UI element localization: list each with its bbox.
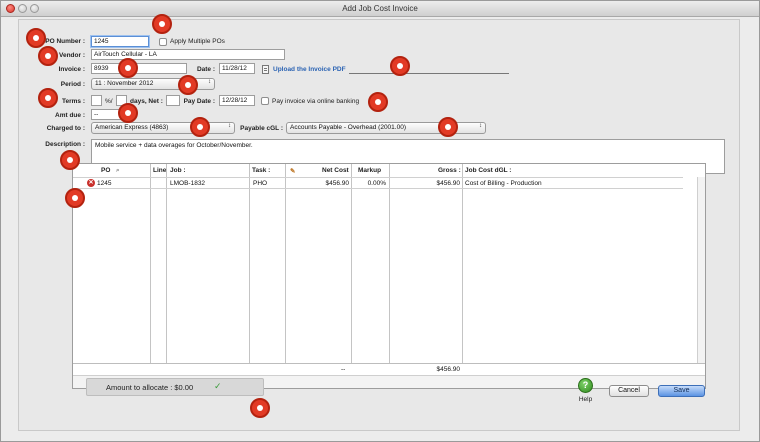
column-header-po[interactable]: PO — [101, 167, 110, 174]
upload-filename-line — [349, 73, 509, 74]
row-gross: $456.90 — [436, 180, 461, 187]
vertical-scrollbar[interactable] — [697, 177, 705, 363]
line-items-table[interactable]: PO ⌕ Line Job : Task : ✎ Net Cost Markup… — [72, 163, 706, 389]
cancel-button[interactable]: Cancel — [609, 385, 649, 397]
pay-date-field[interactable]: 12/28/12 — [219, 95, 255, 106]
terms-percent-field[interactable] — [91, 95, 102, 106]
title-bar: Add Job Cost Invoice — [1, 1, 759, 17]
red-circle-marker — [438, 117, 458, 137]
charged-to-value: American Express (4863) — [95, 124, 169, 131]
upload-invoice-pdf-link[interactable]: Upload the Invoice PDF — [273, 66, 346, 73]
total-markup: -- — [341, 366, 346, 373]
row-job-cost-dgl: Cost of Billing - Production — [465, 180, 542, 187]
column-divider — [150, 164, 151, 363]
period-label: Period : — [60, 81, 85, 88]
terms-percent-suffix: %/ — [105, 98, 113, 105]
red-circle-marker — [390, 56, 410, 76]
column-header-net-cost[interactable]: Net Cost — [322, 167, 349, 174]
charged-to-popup[interactable]: American Express (4863) ↕ — [91, 122, 235, 134]
red-circle-marker — [38, 88, 58, 108]
save-button[interactable]: Save — [658, 385, 705, 397]
po-number-field[interactable]: 1245 — [91, 36, 149, 47]
online-banking-label: Pay invoice via online banking — [272, 98, 360, 105]
red-circle-marker — [250, 398, 270, 418]
period-value: 11 : November 2012 — [95, 80, 154, 87]
red-circle-marker — [118, 58, 138, 78]
column-divider — [285, 164, 286, 363]
checkmark-icon: ✓ — [214, 381, 222, 391]
column-divider — [166, 164, 167, 363]
red-circle-marker — [38, 46, 58, 66]
date-field[interactable]: 11/28/12 — [219, 63, 255, 74]
column-header-job-cost-dgl[interactable]: Job Cost dGL : — [465, 167, 511, 174]
red-circle-marker — [152, 14, 172, 34]
red-circle-marker — [65, 188, 85, 208]
column-divider — [462, 164, 463, 363]
popup-arrows-icon: ↕ — [228, 123, 231, 129]
amount-to-allocate: Amount to allocate : $0.00 — [106, 383, 194, 392]
help-label[interactable]: Help — [578, 396, 593, 403]
column-header-markup[interactable]: Markup — [358, 167, 381, 174]
total-gross: $456.90 — [436, 366, 461, 373]
red-circle-marker — [368, 92, 388, 112]
search-icon[interactable]: ⌕ — [116, 167, 120, 175]
amount-due-label: Amt due : — [55, 112, 85, 119]
row-po: 1245 — [97, 180, 112, 187]
delete-row-icon[interactable]: ✕ — [87, 179, 95, 187]
terms-net-field[interactable] — [166, 95, 180, 106]
column-header-line[interactable]: Line — [153, 167, 166, 174]
column-header-job[interactable]: Job : — [170, 167, 186, 174]
invoice-label: Invoice : — [58, 66, 85, 73]
pay-date-label: Pay Date : — [183, 98, 215, 105]
red-circle-marker — [178, 75, 198, 95]
row-markup: 0.00% — [367, 180, 386, 187]
description-label: Description : — [45, 141, 85, 148]
apply-multiple-pos-label: Apply Multiple POs — [170, 38, 225, 45]
column-header-task[interactable]: Task : — [252, 167, 270, 174]
column-divider — [351, 164, 352, 363]
red-circle-marker — [190, 117, 210, 137]
column-divider — [389, 164, 390, 363]
row-task: PHO — [253, 180, 268, 187]
online-banking-checkbox[interactable] — [261, 97, 269, 105]
red-circle-marker — [118, 103, 138, 123]
amount-to-allocate-panel: Amount to allocate : $0.00 ✓ — [86, 378, 264, 396]
vendor-field[interactable]: AirTouch Cellular - LA — [91, 49, 285, 60]
invoice-field[interactable]: 8939 — [91, 63, 187, 74]
payable-cgl-label: Payable cGL : — [240, 125, 283, 132]
apply-multiple-pos-checkbox[interactable] — [159, 38, 167, 46]
terms-days-suffix: days, Net : — [130, 98, 163, 105]
payable-cgl-value: Accounts Payable - Overhead (2001.00) — [290, 124, 406, 131]
row-job: LMOB-1832 — [170, 180, 206, 187]
column-divider — [249, 164, 250, 363]
column-header-gross[interactable]: Gross : — [438, 167, 461, 174]
pencil-icon[interactable]: ✎ — [290, 167, 295, 175]
row-net-cost: $456.90 — [325, 180, 350, 187]
date-label: Date : — [196, 66, 215, 73]
popup-arrows-icon: ↕ — [208, 79, 211, 85]
charged-to-label: Charged to : — [46, 125, 85, 132]
document-icon[interactable] — [262, 65, 269, 74]
totals-row: -- $456.90 — [73, 363, 705, 374]
table-row[interactable]: ✕ 1245 LMOB-1832 PHO $456.90 0.00% $456.… — [73, 177, 683, 189]
red-circle-marker — [26, 28, 46, 48]
popup-arrows-icon: ↕ — [479, 123, 482, 129]
help-icon[interactable]: ? — [578, 378, 593, 393]
red-circle-marker — [60, 150, 80, 170]
window-title: Add Job Cost Invoice — [342, 4, 418, 13]
